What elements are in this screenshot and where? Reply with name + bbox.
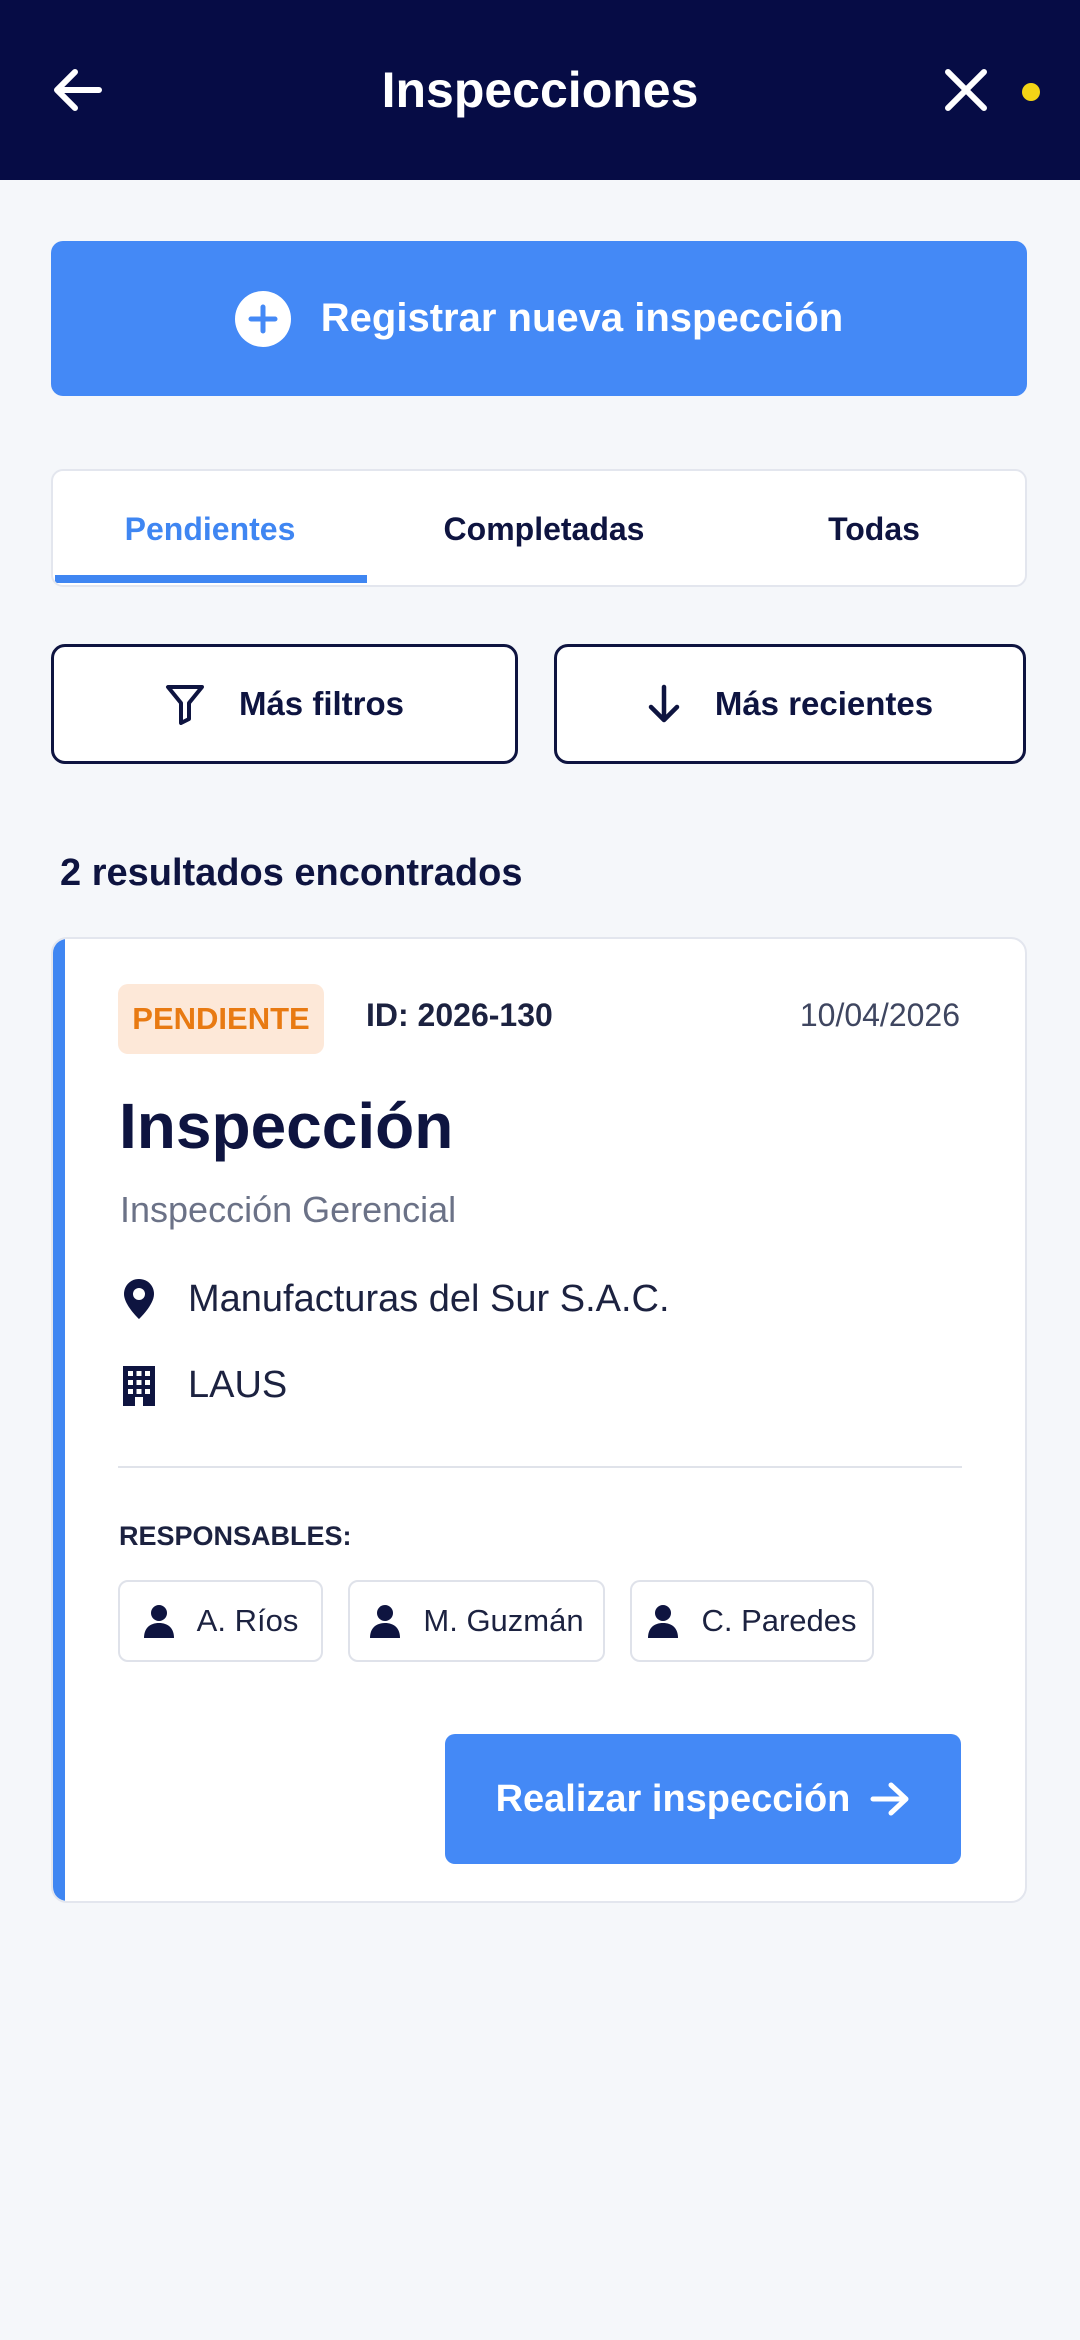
plus-circle-icon	[234, 290, 291, 347]
card-accent-bar	[53, 939, 65, 1901]
user-icon	[143, 1605, 174, 1638]
company-name: Manufacturas del Sur S.A.C.	[188, 1277, 670, 1320]
arrow-left-icon	[54, 69, 102, 111]
card-divider	[118, 1466, 962, 1468]
site-name: LAUS	[188, 1364, 288, 1406]
results-count: 2 resultados encontrados	[60, 852, 523, 894]
inspection-date: 10/04/2026	[799, 997, 960, 1033]
perform-inspection-label: Realizar inspección	[495, 1777, 851, 1820]
responsable-chip: C. Paredes	[630, 1580, 874, 1662]
responsable-name: C. Paredes	[701, 1603, 857, 1638]
arrow-right-icon	[870, 1782, 909, 1816]
tab-pendientes[interactable]: Pendientes	[53, 471, 367, 585]
status-badge: PENDIENTE	[118, 984, 324, 1054]
close-button[interactable]	[928, 52, 1004, 128]
arrow-down-icon	[648, 684, 680, 723]
close-icon	[945, 69, 987, 111]
more-filters-label: Más filtros	[238, 685, 405, 722]
company-row: Manufacturas del Sur S.A.C.	[118, 1277, 670, 1321]
building-icon	[118, 1365, 160, 1406]
user-icon	[370, 1605, 401, 1638]
tab-completadas[interactable]: Completadas	[367, 471, 721, 585]
responsable-name: A. Ríos	[196, 1603, 299, 1638]
back-button[interactable]	[40, 52, 116, 128]
status-tabs: Pendientes Completadas Todas	[51, 469, 1027, 587]
perform-inspection-button[interactable]: Realizar inspección	[445, 1734, 961, 1864]
register-new-inspection-label: Registrar nueva inspección	[320, 296, 844, 340]
inspection-subtitle: Inspección Gerencial	[120, 1189, 457, 1230]
page-title: Inspecciones	[381, 62, 699, 118]
responsable-chip: A. Ríos	[118, 1580, 323, 1662]
responsable-chip: M. Guzmán	[348, 1580, 605, 1662]
inspection-card: PENDIENTE ID: 2026-130 10/04/2026 Inspec…	[51, 937, 1027, 1903]
notification-dot	[1022, 83, 1040, 101]
more-filters-button[interactable]: Más filtros	[51, 644, 518, 764]
sort-label: Más recientes	[714, 685, 934, 722]
tab-todas[interactable]: Todas	[721, 471, 1025, 585]
site-row: LAUS	[118, 1364, 287, 1407]
sort-button[interactable]: Más recientes	[554, 644, 1026, 764]
inspection-id: ID: 2026-130	[366, 997, 553, 1033]
location-pin-icon	[118, 1277, 160, 1321]
filter-icon	[165, 685, 204, 725]
responsable-name: M. Guzmán	[423, 1603, 584, 1638]
inspection-title: Inspección	[119, 1090, 454, 1162]
responsables-label: RESPONSABLES:	[119, 1521, 352, 1551]
active-tab-indicator	[55, 575, 367, 583]
register-new-inspection-button[interactable]: Registrar nueva inspección	[51, 241, 1027, 396]
app-header: Inspecciones	[0, 0, 1080, 180]
user-icon	[648, 1605, 679, 1638]
